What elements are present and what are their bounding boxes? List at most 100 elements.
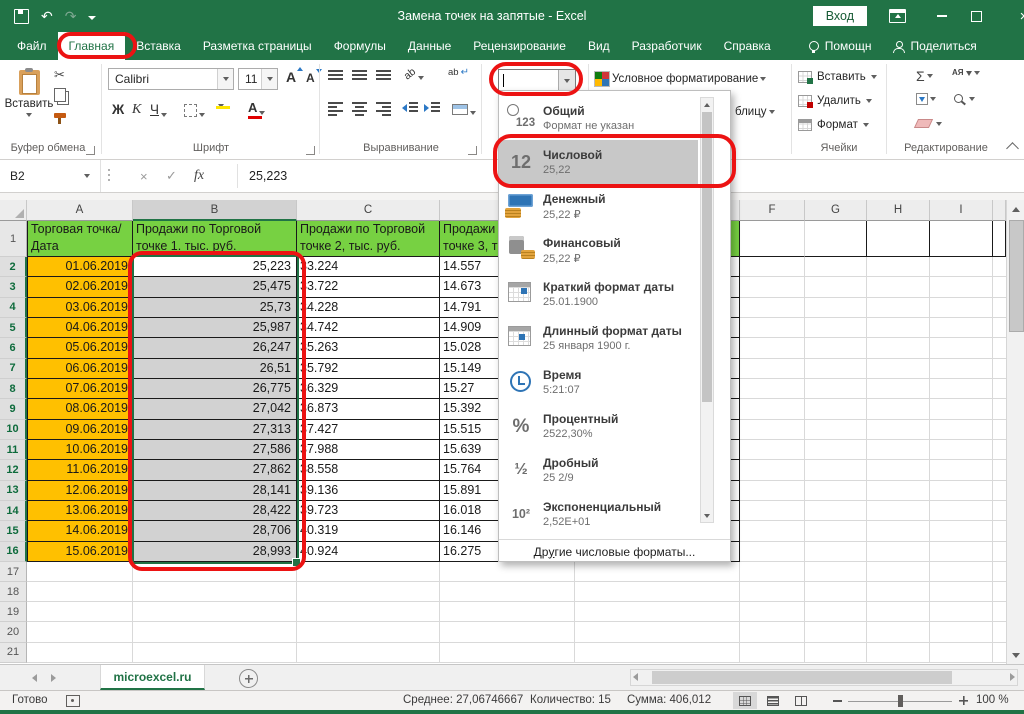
row-header[interactable]: 1 xyxy=(0,221,27,257)
cell[interactable] xyxy=(805,338,867,358)
autosum-button[interactable]: Σ xyxy=(916,69,933,83)
cell[interactable] xyxy=(740,542,805,562)
sort-filter-button[interactable]: АЯ xyxy=(952,69,980,77)
select-all-corner[interactable] xyxy=(0,200,27,221)
cell[interactable]: Продажи по Торговой точке 2, тыс. руб. xyxy=(297,221,440,257)
cell-date[interactable]: 10.06.2019 xyxy=(27,440,133,460)
cell[interactable] xyxy=(740,257,805,277)
format-option[interactable]: Краткий формат даты 25.01.1900 xyxy=(499,272,698,316)
zoom-in-icon[interactable] xyxy=(958,695,969,706)
cell[interactable] xyxy=(930,338,993,358)
ribbon-tab[interactable]: Формулы xyxy=(323,32,397,60)
cell-date[interactable]: 12.06.2019 xyxy=(27,481,133,501)
align-right-button[interactable] xyxy=(376,102,391,116)
column-header[interactable]: G xyxy=(805,200,867,221)
cell-date[interactable]: 15.06.2019 xyxy=(27,542,133,562)
cell[interactable] xyxy=(930,399,993,419)
ribbon-tab[interactable]: Главная xyxy=(58,32,126,60)
cell[interactable] xyxy=(27,582,133,602)
format-option[interactable]: 123 Общий Формат не указан xyxy=(499,96,698,140)
format-cells-button[interactable]: Формат xyxy=(798,119,869,131)
cell[interactable] xyxy=(740,602,805,622)
close-button[interactable]: × xyxy=(992,0,1024,32)
format-option[interactable]: Время 5:21:07 xyxy=(499,360,698,404)
cell[interactable] xyxy=(805,379,867,399)
add-sheet-icon[interactable] xyxy=(239,669,258,688)
cell-date[interactable]: 08.06.2019 xyxy=(27,399,133,419)
ribbon-tab[interactable]: Справка xyxy=(713,32,782,60)
row-header[interactable]: 14 xyxy=(0,501,27,521)
cell[interactable] xyxy=(867,379,930,399)
clear-button[interactable] xyxy=(916,119,942,128)
qat-customize-icon[interactable] xyxy=(88,16,96,20)
cell[interactable] xyxy=(805,318,867,338)
cell-sales-1[interactable]: 27,862 xyxy=(133,460,297,480)
ribbon-tab[interactable]: Вставка xyxy=(125,32,192,60)
scroll-down-icon[interactable] xyxy=(1007,646,1024,664)
cell[interactable] xyxy=(805,460,867,480)
cell[interactable] xyxy=(805,277,867,297)
cell[interactable] xyxy=(740,440,805,460)
cell-date[interactable]: 09.06.2019 xyxy=(27,420,133,440)
cell-sales-2[interactable]: 34.742 xyxy=(297,318,440,338)
cell[interactable] xyxy=(740,643,805,663)
maximize-button[interactable] xyxy=(960,0,992,32)
row-header[interactable]: 2 xyxy=(0,257,27,277)
row-header[interactable]: 3 xyxy=(0,277,27,297)
conditional-formatting-button[interactable]: Условное форматирование xyxy=(594,71,766,87)
font-color-button[interactable]: А xyxy=(248,101,265,115)
row-header[interactable]: 18 xyxy=(0,582,27,602)
cell[interactable] xyxy=(133,643,297,663)
macro-record-icon[interactable] xyxy=(66,695,80,707)
column-header[interactable]: H xyxy=(867,200,930,221)
row-header[interactable]: 21 xyxy=(0,643,27,663)
column-header[interactable]: C xyxy=(297,200,440,221)
cell-sales-2[interactable]: 35.263 xyxy=(297,338,440,358)
insert-cells-button[interactable]: Вставить xyxy=(798,71,877,83)
zoom-out-icon[interactable] xyxy=(833,700,842,702)
cell-sales-1[interactable]: 25,223 xyxy=(133,257,297,277)
cell[interactable] xyxy=(867,501,930,521)
cell-sales-1[interactable]: 28,141 xyxy=(133,481,297,501)
cell[interactable] xyxy=(440,602,575,622)
cell[interactable] xyxy=(740,481,805,501)
row-header[interactable]: 9 xyxy=(0,399,27,419)
vertical-scroll-thumb[interactable] xyxy=(1009,220,1024,332)
cell-date[interactable]: 06.06.2019 xyxy=(27,359,133,379)
ribbon-tab[interactable]: Разметка страницы xyxy=(192,32,323,60)
cell[interactable] xyxy=(740,622,805,642)
cell[interactable] xyxy=(805,420,867,440)
cell[interactable] xyxy=(805,542,867,562)
decrease-indent-button[interactable] xyxy=(402,102,418,112)
ribbon-tab[interactable]: Файл xyxy=(6,32,58,60)
fill-button[interactable] xyxy=(916,93,936,105)
cell[interactable] xyxy=(867,298,930,318)
cell[interactable] xyxy=(805,582,867,602)
cell[interactable] xyxy=(805,622,867,642)
cell[interactable] xyxy=(805,562,867,582)
cell[interactable] xyxy=(867,420,930,440)
cell[interactable] xyxy=(930,622,993,642)
column-header[interactable]: I xyxy=(930,200,993,221)
cell-sales-2[interactable]: 35.792 xyxy=(297,359,440,379)
cell-sales-2[interactable]: 33.224 xyxy=(297,257,440,277)
cell[interactable] xyxy=(27,643,133,663)
cell[interactable] xyxy=(930,359,993,379)
cell[interactable] xyxy=(133,582,297,602)
cell[interactable]: Торговая точка/ Дата xyxy=(27,221,133,257)
cell-sales-1[interactable]: 26,51 xyxy=(133,359,297,379)
bold-button[interactable]: Ж xyxy=(112,102,124,117)
cell[interactable] xyxy=(575,643,740,663)
more-number-formats-item[interactable]: Другие числовые форматы... xyxy=(499,539,730,563)
cell-date[interactable]: 07.06.2019 xyxy=(27,379,133,399)
cell-sales-1[interactable]: 27,042 xyxy=(133,399,297,419)
cell[interactable] xyxy=(930,298,993,318)
clipboard-dialog-launcher-icon[interactable] xyxy=(86,146,95,155)
format-option[interactable]: Длинный формат даты 25 января 1900 г. xyxy=(499,316,698,360)
cell-sales-1[interactable]: 28,422 xyxy=(133,501,297,521)
scroll-up-icon[interactable] xyxy=(701,98,713,111)
scroll-up-icon[interactable] xyxy=(1007,200,1024,218)
cell[interactable] xyxy=(740,582,805,602)
cancel-button[interactable]: × xyxy=(140,160,148,192)
row-header[interactable]: 20 xyxy=(0,622,27,642)
